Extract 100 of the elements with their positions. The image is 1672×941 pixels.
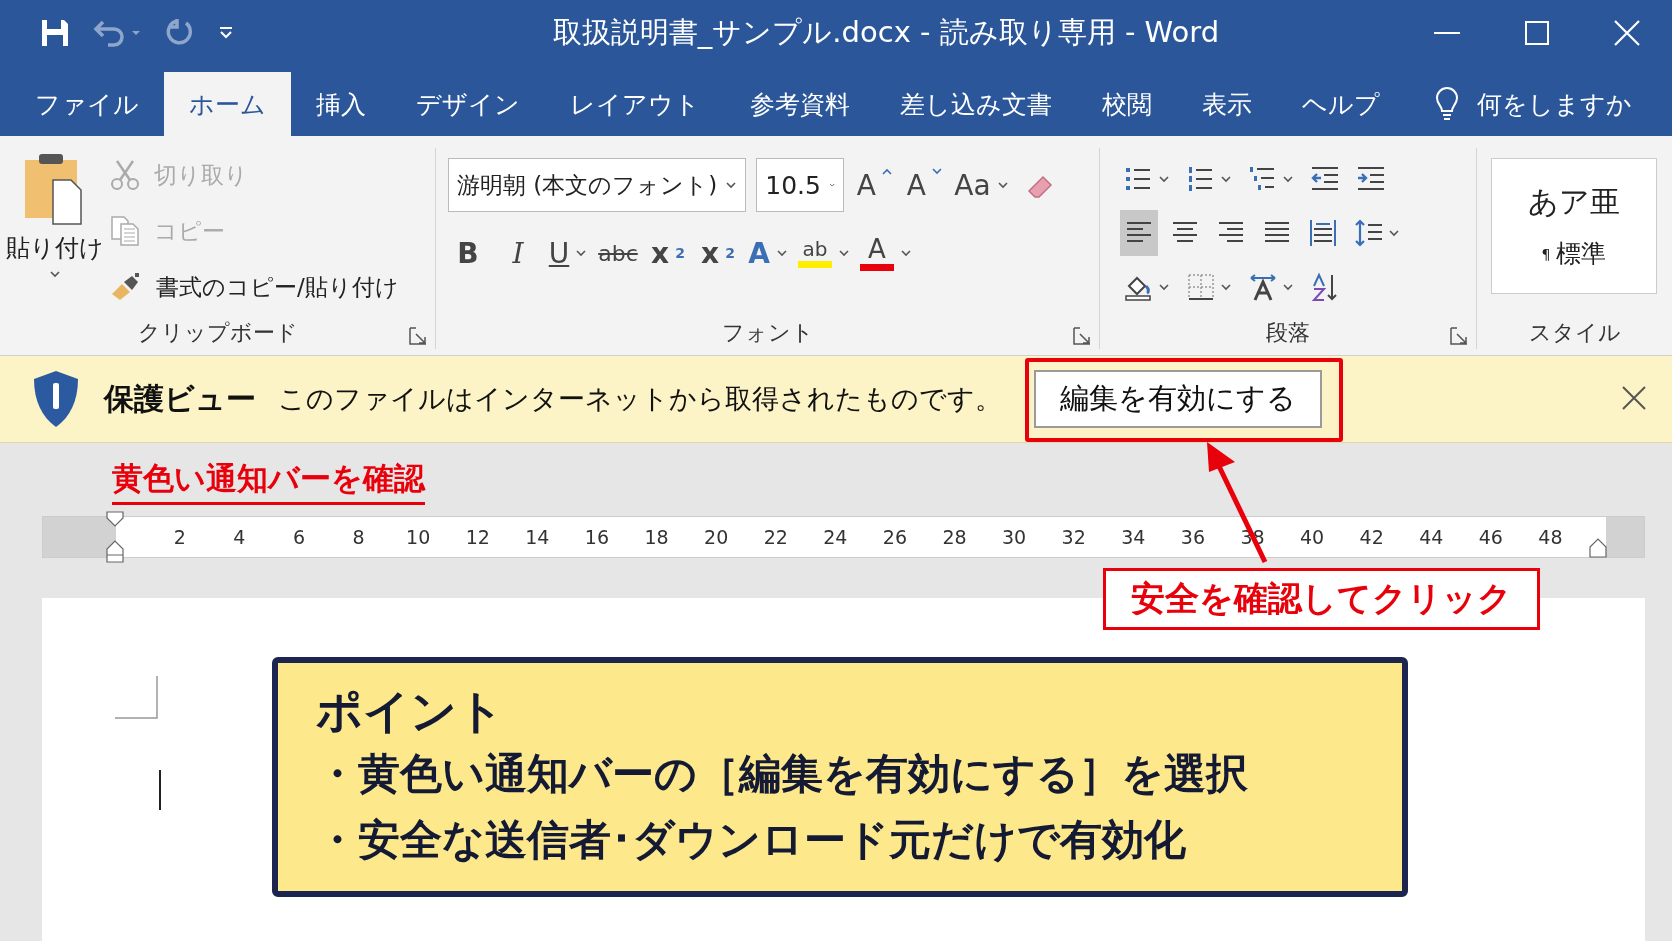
underline-button[interactable]: U xyxy=(548,230,588,276)
copy-icon xyxy=(110,215,140,247)
pilcrow-mark: ¶ xyxy=(1541,245,1551,262)
ribbon-tab[interactable]: ファイル xyxy=(10,72,164,136)
caret-icon xyxy=(1282,283,1294,291)
caret-icon xyxy=(1282,175,1294,183)
font-size-field[interactable]: 10.5 xyxy=(756,158,845,212)
caret-icon xyxy=(996,181,1009,189)
ribbon-tab[interactable]: レイアウト xyxy=(545,72,725,136)
caret-icon xyxy=(49,270,61,278)
paste-button[interactable]: 貼り付け xyxy=(0,148,110,317)
style-name: 標準 xyxy=(1556,238,1607,270)
ruler-number: 14 xyxy=(524,525,551,550)
caret-icon xyxy=(828,181,836,189)
dialog-launcher-icon[interactable] xyxy=(409,327,427,345)
ruler-number: 10 xyxy=(405,525,432,550)
point-item: ・安全な送信者･ダウンロード元だけで有効化 xyxy=(316,814,1187,866)
point-title: ポイント xyxy=(316,683,505,740)
superscript-button[interactable]: x$^{2}$ xyxy=(698,230,738,276)
highlight-label: ab xyxy=(802,238,828,259)
annotation-label: 黄色い通知バーを確認 xyxy=(112,458,425,505)
bold-button[interactable]: B xyxy=(448,230,488,276)
paintbrush-icon xyxy=(110,272,142,302)
ribbon-tab[interactable]: ホーム xyxy=(164,72,291,136)
text-cursor xyxy=(159,770,161,810)
close-icon xyxy=(1614,20,1640,46)
undo-icon xyxy=(92,19,126,47)
align-left-button[interactable] xyxy=(1120,210,1158,256)
group-label: 段落 xyxy=(1265,319,1311,347)
caret-icon xyxy=(838,249,850,257)
maximize-icon xyxy=(1525,21,1549,45)
dialog-launcher-icon[interactable] xyxy=(1073,327,1091,345)
ruler-number: 34 xyxy=(1120,525,1147,550)
window-title: 取扱説明書_サンプル.docx - 読み取り専用 - Word xyxy=(551,14,1221,51)
caret-icon xyxy=(1220,175,1232,183)
caret-icon xyxy=(725,181,738,189)
ruler-number: 4 xyxy=(232,525,247,550)
text-effects-label: A xyxy=(748,236,770,270)
ruler-number: 40 xyxy=(1299,525,1326,550)
ruler-number: 44 xyxy=(1418,525,1445,550)
italic-button[interactable]: I xyxy=(498,230,538,276)
minimize-icon xyxy=(1434,31,1460,35)
ribbon-tab[interactable]: 参考資料 xyxy=(725,72,875,136)
ribbon-tab[interactable]: 校閲 xyxy=(1077,72,1177,136)
ruler-number: 12 xyxy=(464,525,491,550)
scissors-icon xyxy=(110,159,140,191)
customize-toolbar-button[interactable] xyxy=(218,26,234,40)
caret-up-icon xyxy=(881,168,892,175)
indent-marker-icon[interactable] xyxy=(105,511,125,563)
caret-down-icon xyxy=(931,168,942,175)
enable-editing-button[interactable]: 編集を有効にする xyxy=(1034,370,1322,428)
undo-button[interactable] xyxy=(92,19,142,47)
font-name-field[interactable]: 游明朝 (本文のフォント) xyxy=(448,158,747,212)
ruler-number: 32 xyxy=(1060,525,1087,550)
caret-icon xyxy=(1158,175,1170,183)
ruler-number: 30 xyxy=(1001,525,1028,550)
caret-icon xyxy=(1220,283,1232,291)
protected-view-title: 保護ビュー xyxy=(104,379,256,418)
strikethrough-button[interactable]: abc xyxy=(598,230,638,276)
change-case-button[interactable]: Aa xyxy=(954,162,1009,208)
ribbon-tab[interactable]: デザイン xyxy=(391,72,545,136)
caret-icon xyxy=(130,29,142,37)
caret-icon xyxy=(1388,229,1400,237)
caret-icon xyxy=(1158,283,1170,291)
underline-label: U xyxy=(548,236,570,270)
ribbon-tab[interactable]: ヘルプ xyxy=(1277,72,1405,136)
painter-button[interactable]: 書式のコピー/貼り付け xyxy=(110,264,399,310)
borders-icon xyxy=(1186,272,1216,302)
group-label: スタイル xyxy=(1527,319,1622,347)
style-sample: あア亜 xyxy=(1528,183,1620,221)
ruler-number: 48 xyxy=(1537,525,1564,550)
ruler-number: 24 xyxy=(822,525,849,550)
grow-font-button[interactable]: A xyxy=(854,162,895,208)
lightbulb-icon xyxy=(1435,87,1459,121)
highlight-button[interactable]: ab xyxy=(798,230,850,276)
line-spacing-icon xyxy=(1354,218,1384,248)
point-item: ・黄色い通知バーの［編集を有効にする］を選択 xyxy=(316,748,1249,800)
ruler-number: 6 xyxy=(291,525,307,550)
style-gallery-item[interactable]: あア亜 ¶ 標準 xyxy=(1491,158,1657,294)
ruler-number: 26 xyxy=(881,525,908,550)
ruler-number: 8 xyxy=(351,525,366,550)
ruler-number: 46 xyxy=(1477,525,1504,550)
dialog-launcher-icon[interactable] xyxy=(1450,327,1468,345)
character-spacing-icon xyxy=(1248,272,1278,302)
shrink-font-button[interactable]: A xyxy=(904,162,945,208)
caret-icon xyxy=(575,249,588,257)
ribbon-tab[interactable]: 挿入 xyxy=(291,72,391,136)
close-icon xyxy=(1622,385,1646,410)
ribbon-tab[interactable]: 差し込み文書 xyxy=(875,72,1077,136)
tell-me-field[interactable]: 何をしますか xyxy=(1477,87,1632,121)
ruler-number: 18 xyxy=(643,525,670,550)
distributed-icon xyxy=(1308,218,1338,248)
font-color-button[interactable]: A xyxy=(860,230,912,276)
ribbon-tab[interactable]: 表示 xyxy=(1177,72,1277,136)
corner-mark-icon xyxy=(115,676,159,720)
group-label: フォント xyxy=(720,319,815,347)
ruler-number: 28 xyxy=(941,525,968,550)
ruler-number: 22 xyxy=(762,525,789,550)
text-effects-button[interactable]: A xyxy=(748,230,788,276)
ruler-number: 20 xyxy=(703,525,730,550)
